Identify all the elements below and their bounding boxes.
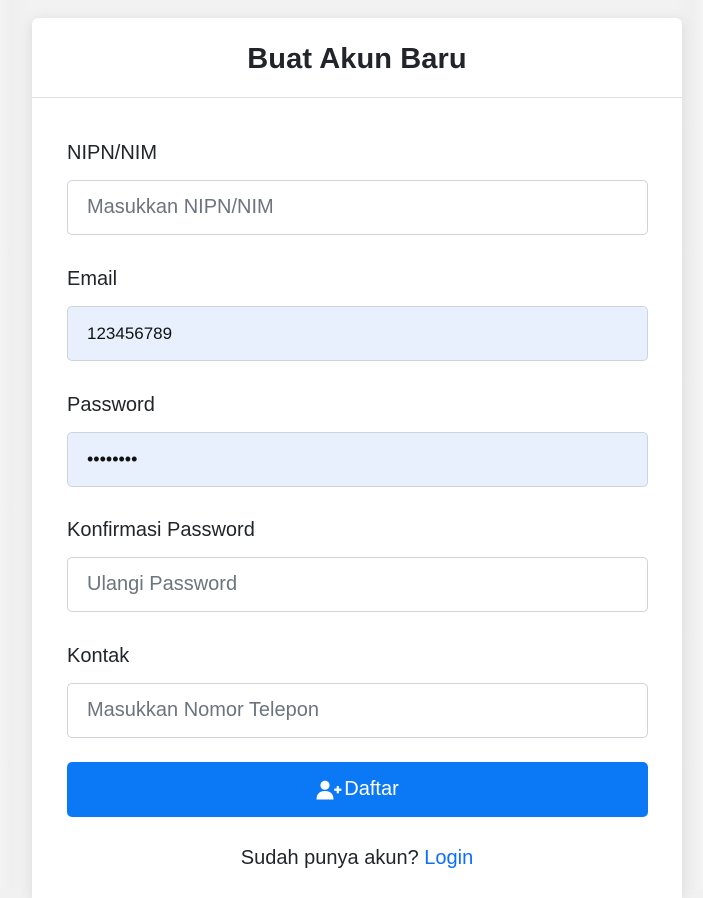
page-title: Buat Akun Baru bbox=[247, 43, 467, 75]
email-label: Email bbox=[67, 268, 118, 290]
login-prompt: Sudah punya akun? Login bbox=[32, 847, 682, 870]
nipn-nim-input[interactable] bbox=[67, 180, 648, 235]
login-prompt-text: Sudah punya akun? bbox=[240, 847, 419, 869]
register-card: Buat Akun Baru NIPN/NIM Email Password K… bbox=[32, 18, 682, 898]
user-plus-icon bbox=[316, 780, 342, 800]
login-link[interactable]: Login bbox=[424, 847, 473, 869]
register-button-label: Daftar bbox=[344, 778, 399, 800]
password-input[interactable] bbox=[67, 432, 648, 487]
register-button[interactable]: Daftar bbox=[67, 762, 648, 817]
contact-input[interactable] bbox=[67, 683, 648, 738]
confirm-password-label: Konfirmasi Password bbox=[67, 519, 255, 541]
email-input[interactable] bbox=[67, 306, 648, 361]
card-header: Buat Akun Baru bbox=[32, 18, 682, 98]
confirm-password-input[interactable] bbox=[67, 557, 648, 612]
contact-label: Kontak bbox=[67, 645, 130, 667]
nipn-nim-label: NIPN/NIM bbox=[67, 142, 157, 164]
password-label: Password bbox=[67, 394, 155, 416]
